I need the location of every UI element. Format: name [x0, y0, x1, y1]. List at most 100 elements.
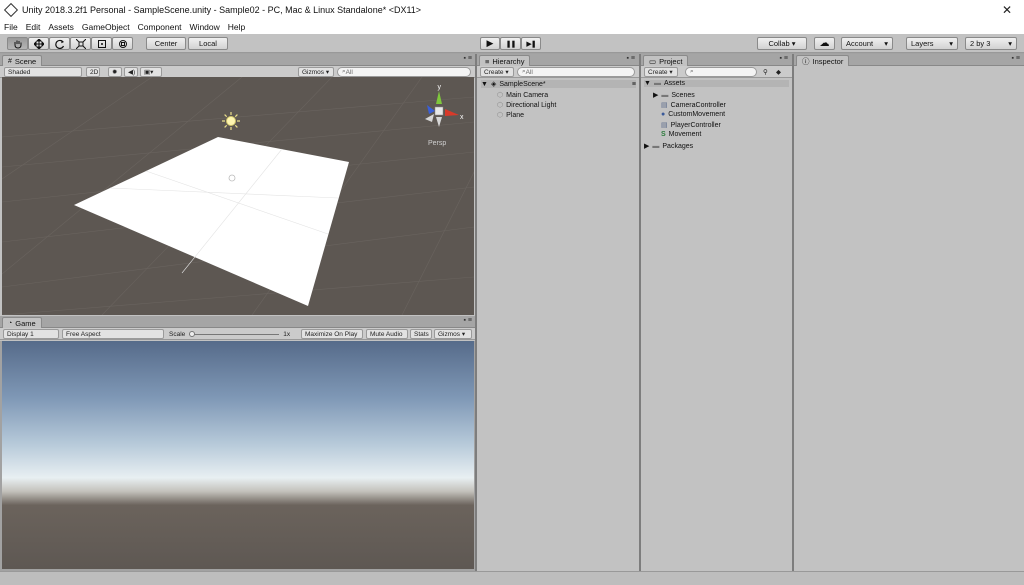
play-button[interactable]: ▶ [480, 37, 500, 50]
hierarchy-item-directional-light[interactable]: ⬡ Directional Light [497, 101, 556, 110]
scale-slider-thumb[interactable] [189, 330, 196, 337]
info-icon: ⓘ [802, 56, 810, 66]
collab-dropdown[interactable]: Collab ▾ [757, 37, 807, 50]
gameobject-icon: ⬡ [497, 112, 504, 119]
transform-tool-icon [118, 39, 127, 48]
expand-arrow-icon[interactable]: ▼ [481, 81, 488, 88]
menu-gameobject[interactable]: GameObject [82, 22, 130, 32]
hierarchy-controlbar: Create ▾ ⌕ All [477, 66, 639, 78]
hierarchy-item-plane[interactable]: ⬡ Plane [497, 111, 524, 120]
folder-open-icon: ▬ [653, 80, 661, 87]
gameobject-icon: ⬡ [497, 102, 504, 109]
projection-label[interactable]: Persp [428, 140, 446, 147]
gizmo-y-arrow[interactable] [436, 91, 442, 104]
script-file-icon: ▤ [661, 122, 668, 129]
tab-inspector[interactable]: ⓘ Inspector [796, 55, 850, 66]
scale-icon [75, 38, 86, 49]
shading-mode-dropdown[interactable]: Shaded [4, 67, 82, 77]
cloud-button[interactable]: ☁ [814, 37, 835, 50]
hierarchy-item-main-camera[interactable]: ⬡ Main Camera [497, 91, 548, 100]
pacman-icon: ◔ [8, 319, 13, 327]
panel-menu-icon[interactable]: ▪ ≡ [463, 55, 472, 62]
project-scenes-folder[interactable]: ▶ ▬ Scenes [653, 91, 695, 100]
filter-by-label-button[interactable]: ◆ [773, 67, 785, 77]
pivot-center-toggle[interactable]: Center [146, 37, 186, 50]
gizmo-z-arrow[interactable] [427, 105, 435, 114]
game-viewport[interactable] [2, 341, 474, 569]
menu-assets[interactable]: Assets [48, 22, 74, 32]
expand-arrow-icon[interactable]: ▼ [644, 80, 651, 87]
panel-menu-icon[interactable]: ▪ ≡ [463, 317, 472, 324]
tab-hierarchy[interactable]: ≡ Hierarchy [479, 55, 531, 66]
cloud-icon: ☁ [819, 38, 830, 49]
display-dropdown[interactable]: Display 1 [3, 329, 59, 339]
scene-search-input[interactable]: ⌕ All [337, 67, 471, 77]
menu-help[interactable]: Help [228, 22, 245, 32]
pause-button[interactable]: ❚❚ [500, 37, 521, 50]
scale-slider[interactable]: Scale 1x [166, 329, 298, 339]
hierarchy-create-dropdown[interactable]: Create ▾ [480, 67, 514, 77]
stats-toggle[interactable]: Stats [410, 329, 432, 339]
project-file-custom-movement[interactable]: ● CustomMovement [661, 111, 725, 118]
account-dropdown[interactable]: Account ▾ [841, 37, 893, 50]
project-file-player-controller[interactable]: ▤ PlayerController [661, 121, 721, 130]
audio-toggle[interactable]: ◀) [124, 67, 138, 77]
maximize-on-play-toggle[interactable]: Maximize On Play [301, 329, 363, 339]
game-gizmos-dropdown[interactable]: Gizmos ▾ [434, 329, 472, 339]
scene-options-icon[interactable]: ≡ [632, 81, 636, 88]
project-search-input[interactable]: ⌕ [685, 67, 757, 77]
aspect-dropdown[interactable]: Free Aspect [62, 329, 164, 339]
gizmo-x-arrow[interactable] [445, 109, 459, 116]
project-packages-folder[interactable]: ▶ ▬ Packages [644, 142, 693, 151]
mute-audio-toggle[interactable]: Mute Audio [366, 329, 408, 339]
directional-light-icon[interactable] [222, 112, 240, 130]
rect-tool-icon [97, 39, 106, 48]
project-file-camera-controller[interactable]: ▤ CameraController [661, 101, 726, 110]
layers-dropdown[interactable]: Layers ▾ [906, 37, 958, 50]
game-controlbar: Display 1 Free Aspect Scale 1x Maximize … [0, 328, 476, 340]
project-create-dropdown[interactable]: Create ▾ [644, 67, 678, 77]
step-button[interactable]: ▶❚ [521, 37, 541, 50]
hierarchy-search-input[interactable]: ⌕ All [517, 67, 635, 77]
game-tabbar: ◔ Game ▪ ≡ [0, 316, 476, 328]
unity-logo-icon [3, 2, 19, 18]
move-tool-button[interactable] [28, 37, 49, 50]
filter-by-type-button[interactable]: ⚲ [760, 67, 772, 77]
panel-menu-icon[interactable]: ▪ ≡ [626, 55, 635, 62]
effects-dropdown[interactable]: ▣▾ [140, 67, 162, 77]
rect-tool-button[interactable] [91, 37, 112, 50]
lighting-toggle[interactable]: ✹ [108, 67, 122, 77]
scene-orientation-gizmo[interactable]: y x [425, 84, 464, 127]
panel-menu-icon[interactable]: ▪ ≡ [779, 55, 788, 62]
menu-edit[interactable]: Edit [26, 22, 41, 32]
panel-menu-icon[interactable]: ▪ ≡ [1011, 55, 1020, 62]
rotate-tool-button[interactable] [49, 37, 70, 50]
menu-file[interactable]: File [4, 22, 18, 32]
scale-slider-track[interactable] [189, 330, 280, 337]
gizmos-dropdown[interactable]: Gizmos ▾ [298, 67, 334, 77]
pivot-space-toggle[interactable]: Local [188, 37, 228, 50]
hand-tool-button[interactable] [7, 37, 28, 50]
inspector-tabbar: ⓘ Inspector ▪ ≡ [794, 54, 1024, 66]
2d-toggle[interactable]: 2D [86, 67, 100, 77]
plane-object[interactable] [74, 137, 349, 306]
project-assets-folder[interactable]: ▼ ▬ Assets [644, 80, 789, 87]
scale-tool-button[interactable] [70, 37, 91, 50]
hierarchy-scene-row[interactable]: ▼ ◈ SampleScene* ≡ [481, 80, 636, 88]
tag-icon: ◆ [776, 69, 781, 76]
transform-tool-button[interactable] [112, 37, 133, 50]
gizmo-y-label: y [438, 84, 442, 91]
main-toolbar: Center Local ▶ ❚❚ ▶❚ Collab ▾ ☁ Account ▾… [0, 34, 1024, 53]
expand-arrow-icon[interactable]: ▶ [644, 142, 649, 150]
tab-project[interactable]: ▭ Project [643, 55, 689, 66]
play-icon: ▶ [486, 38, 494, 48]
menu-component[interactable]: Component [138, 22, 182, 32]
menu-window[interactable]: Window [190, 22, 220, 32]
layout-dropdown[interactable]: 2 by 3 ▾ [965, 37, 1017, 50]
project-file-movement[interactable]: S Movement [661, 131, 701, 138]
tab-game[interactable]: ◔ Game [2, 317, 42, 328]
tab-scene[interactable]: # Scene [2, 55, 43, 66]
scene-viewport[interactable]: y x Persp [2, 77, 474, 315]
close-icon[interactable]: ✕ [1002, 3, 1012, 17]
expand-arrow-icon[interactable]: ▶ [653, 91, 658, 99]
